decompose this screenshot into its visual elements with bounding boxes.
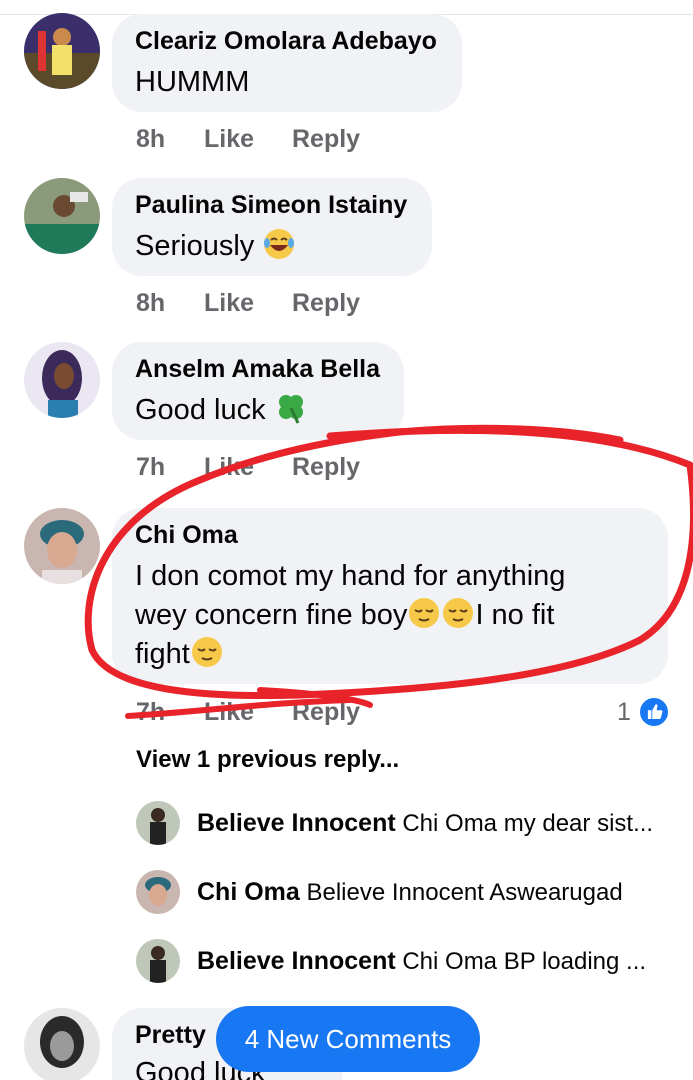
avatar[interactable] bbox=[136, 939, 180, 983]
reply-button[interactable]: Reply bbox=[292, 695, 360, 729]
avatar[interactable] bbox=[24, 13, 100, 89]
like-button[interactable]: Like bbox=[204, 450, 254, 484]
comment-text: Good luck bbox=[135, 391, 308, 430]
comment-author[interactable]: Cleariz Omolara Adebayo bbox=[135, 27, 437, 55]
reply-content: Believe Innocent Aswearugad bbox=[306, 879, 623, 906]
comment-bubble[interactable]: Cleariz Omolara Adebayo HUMMM bbox=[112, 14, 462, 112]
view-previous-replies-link[interactable]: View 1 previous reply... bbox=[136, 745, 399, 775]
reply-item[interactable]: Chi Oma Believe Innocent Aswearugad bbox=[136, 870, 686, 914]
comment-text-line1: I don comot my hand for anything bbox=[135, 560, 566, 592]
comment-bubble[interactable]: Chi Oma I don comot my hand for anything… bbox=[112, 508, 668, 684]
laughing-tears-icon bbox=[262, 227, 296, 261]
like-button[interactable]: Like bbox=[204, 695, 254, 729]
reply-content: Chi Oma my dear sist... bbox=[402, 810, 654, 837]
comment-text-content: Good luck bbox=[135, 394, 266, 426]
comment-bubble[interactable]: Paulina Simeon Istainy Seriously bbox=[112, 178, 432, 276]
four-leaf-clover-icon bbox=[274, 391, 308, 425]
avatar[interactable] bbox=[24, 178, 100, 254]
comment-author[interactable]: Pretty bbox=[135, 1021, 206, 1049]
reply-content: Chi Oma BP loading ... bbox=[402, 948, 647, 975]
reply-item[interactable]: Believe Innocent Chi Oma my dear sist... bbox=[136, 801, 686, 845]
reply-button[interactable]: Reply bbox=[292, 450, 360, 484]
comment-time[interactable]: 8h bbox=[136, 286, 165, 320]
comment-time[interactable]: 7h bbox=[136, 695, 165, 729]
reply-text: Believe Innocent Chi Oma BP loading ... bbox=[197, 946, 677, 977]
reply-item[interactable]: Believe Innocent Chi Oma BP loading ... bbox=[136, 939, 686, 983]
comment-time[interactable]: 7h bbox=[136, 450, 165, 484]
comment-text-content: fight bbox=[135, 638, 190, 670]
comment-author[interactable]: Chi Oma bbox=[135, 521, 238, 549]
reply-text: Believe Innocent Chi Oma my dear sist... bbox=[197, 808, 677, 839]
comment-text: HUMMM bbox=[135, 66, 250, 98]
reply-author[interactable]: Believe Innocent bbox=[197, 809, 396, 837]
reply-text: Chi Oma Believe Innocent Aswearugad bbox=[197, 877, 677, 908]
reply-author[interactable]: Believe Innocent bbox=[197, 947, 396, 975]
avatar[interactable] bbox=[136, 801, 180, 845]
comment-text-content: I no fit bbox=[475, 599, 555, 631]
reply-author[interactable]: Chi Oma bbox=[197, 878, 300, 906]
relieved-face-icon bbox=[190, 635, 224, 669]
avatar[interactable] bbox=[24, 508, 100, 584]
avatar[interactable] bbox=[136, 870, 180, 914]
reply-button[interactable]: Reply bbox=[292, 286, 360, 320]
like-button[interactable]: Like bbox=[204, 122, 254, 156]
like-icon[interactable] bbox=[638, 696, 670, 728]
comment-bubble[interactable]: Anselm Amaka Bella Good luck bbox=[112, 342, 404, 440]
comment-text-content: wey concern fine boy bbox=[135, 599, 408, 631]
like-button[interactable]: Like bbox=[204, 286, 254, 320]
comment-text-content: Seriously bbox=[135, 230, 255, 262]
relieved-face-icon bbox=[441, 596, 475, 630]
comment-text-line2: wey concern fine boy I no fit bbox=[135, 596, 554, 635]
avatar[interactable] bbox=[24, 1008, 100, 1080]
comment-author[interactable]: Anselm Amaka Bella bbox=[135, 355, 380, 383]
new-comments-button[interactable]: 4 New Comments bbox=[216, 1006, 480, 1072]
comment-author[interactable]: Paulina Simeon Istainy bbox=[135, 191, 407, 219]
comment-time[interactable]: 8h bbox=[136, 122, 165, 156]
avatar[interactable] bbox=[24, 342, 100, 418]
reply-button[interactable]: Reply bbox=[292, 122, 360, 156]
comment-text: Seriously bbox=[135, 227, 296, 266]
comment-text-line3: fight bbox=[135, 635, 224, 674]
relieved-face-icon bbox=[407, 596, 441, 630]
reaction-count[interactable]: 1 bbox=[617, 695, 631, 729]
